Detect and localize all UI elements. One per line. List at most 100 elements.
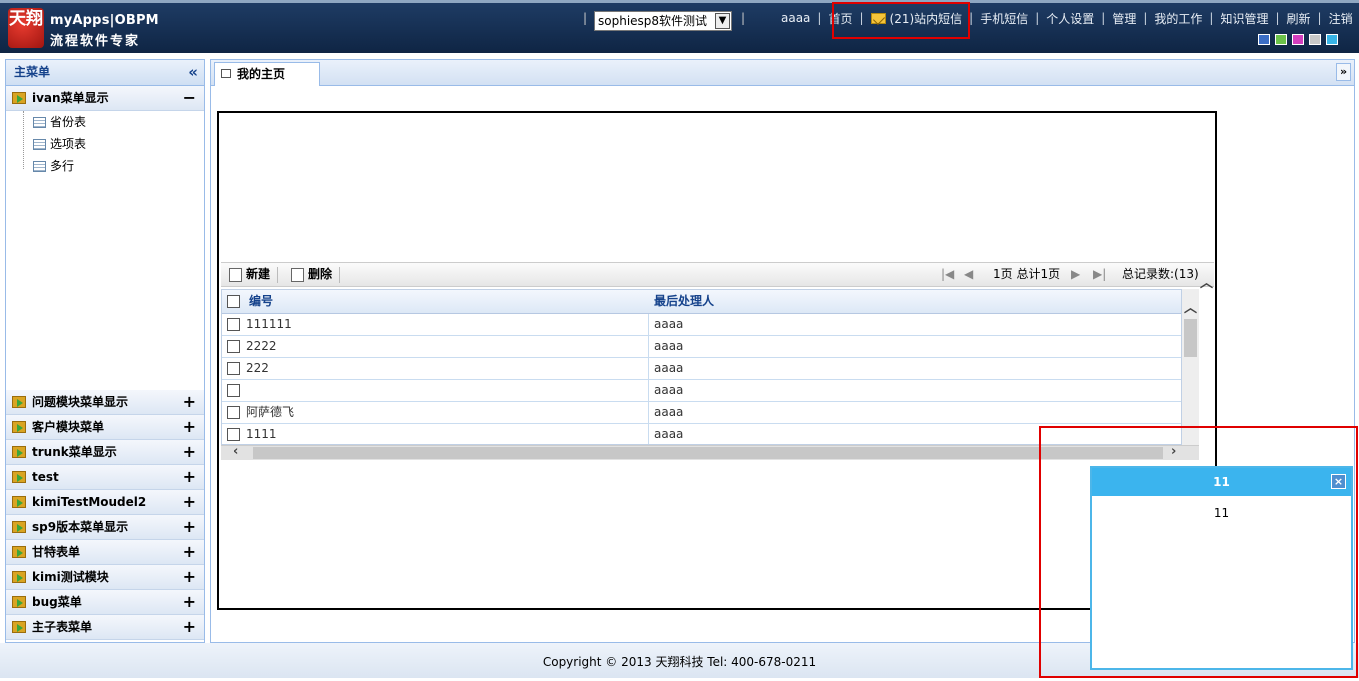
row-checkbox[interactable] bbox=[227, 384, 240, 397]
scroll-up-icon[interactable]: ︿ bbox=[1184, 297, 1197, 316]
total-records: 总记录数:(13) bbox=[1122, 267, 1199, 281]
nav-separator: | bbox=[1317, 11, 1322, 25]
nav-mywork-link[interactable]: 我的工作 bbox=[1149, 10, 1207, 27]
cell-number: 222 bbox=[246, 361, 269, 375]
expand-plus-icon[interactable]: + bbox=[183, 615, 196, 639]
table-row[interactable]: 1111 aaaa bbox=[222, 424, 1181, 444]
sidebar-item-options[interactable]: 选项表 bbox=[33, 134, 86, 154]
row-checkbox[interactable] bbox=[227, 362, 240, 375]
nav-separator: | bbox=[1035, 11, 1040, 25]
column-header-handler[interactable]: 最后处理人 bbox=[650, 290, 714, 312]
sidebar-item-label: 选项表 bbox=[50, 137, 87, 151]
theme-swatch-gray[interactable] bbox=[1309, 34, 1321, 45]
top-header: 天翔 myApps|OBPM 流程软件专家 | sophiesp8软件测试 ▼ |… bbox=[0, 0, 1359, 53]
nav-knowledge-link[interactable]: 知识管理 bbox=[1215, 10, 1273, 27]
sidebar-group[interactable]: sp9版本菜单显示 + bbox=[6, 515, 204, 540]
sidebar-item-multirow[interactable]: 多行 bbox=[33, 156, 74, 176]
sidebar-group-label: 客户模块菜单 bbox=[32, 420, 105, 434]
nav-separator: | bbox=[817, 11, 822, 25]
row-checkbox[interactable] bbox=[227, 318, 240, 331]
table-row[interactable]: 2222 aaaa bbox=[222, 336, 1181, 358]
cell-number: 111111 bbox=[246, 317, 292, 331]
sidebar-group[interactable]: test + bbox=[6, 465, 204, 490]
cell-handler: aaaa bbox=[654, 405, 684, 419]
delete-button-label: 删除 bbox=[308, 267, 333, 281]
grid-vertical-scrollbar[interactable]: ︿ bbox=[1182, 289, 1199, 445]
logo-text: 天翔 bbox=[9, 9, 43, 29]
table-row[interactable]: aaaa bbox=[222, 380, 1181, 402]
sidebar-group[interactable]: kimi测试模块 + bbox=[6, 565, 204, 590]
sidebar-group[interactable]: 客户模块菜单 + bbox=[6, 415, 204, 440]
sidebar-group[interactable]: 甘特表单 + bbox=[6, 540, 204, 565]
sidebar-group-label: 主子表菜单 bbox=[32, 620, 93, 634]
expand-plus-icon[interactable]: + bbox=[183, 565, 196, 589]
prev-page-icon[interactable]: ◀ bbox=[964, 263, 973, 287]
expand-plus-icon[interactable]: + bbox=[183, 465, 196, 489]
nav-sms-link[interactable]: 手机短信 bbox=[975, 10, 1033, 27]
current-user: aaaa bbox=[781, 11, 811, 25]
scroll-thumb[interactable] bbox=[1184, 319, 1197, 357]
row-checkbox[interactable] bbox=[227, 406, 240, 419]
sidebar-group[interactable]: kimiTestMoudel2 + bbox=[6, 490, 204, 515]
cell-handler: aaaa bbox=[654, 361, 684, 375]
data-grid: 编号 最后处理人 111111 aaaa 2222 aaaa 222 aaaa aaa… bbox=[221, 289, 1182, 445]
grid-header: 编号 最后处理人 bbox=[222, 290, 1181, 314]
brand-name: myApps|OBPM bbox=[50, 13, 159, 28]
sidebar-group-label: ivan菜单显示 bbox=[32, 91, 109, 105]
sidebar-group[interactable]: 主子表菜单 + bbox=[6, 615, 204, 640]
select-all-checkbox[interactable] bbox=[227, 295, 240, 308]
delete-button[interactable]: 删除 bbox=[291, 263, 341, 287]
nav-refresh-link[interactable]: 刷新 bbox=[1282, 10, 1316, 27]
tab-menu-icon[interactable]: » bbox=[1336, 63, 1351, 81]
table-row[interactable]: 222 aaaa bbox=[222, 358, 1181, 380]
nav-logout-link[interactable]: 注销 bbox=[1324, 10, 1358, 27]
collapse-icon[interactable]: « bbox=[188, 60, 198, 85]
theme-swatch-cyan[interactable] bbox=[1326, 34, 1338, 45]
new-button[interactable]: 新建 bbox=[229, 263, 279, 287]
sidebar-group[interactable]: 问题模块菜单显示 + bbox=[6, 390, 204, 415]
tab-my-home[interactable]: 我的主页 bbox=[214, 62, 320, 86]
next-page-icon[interactable]: ▶ bbox=[1071, 263, 1080, 287]
folder-icon bbox=[12, 446, 26, 458]
first-page-icon[interactable]: |◀ bbox=[941, 263, 954, 287]
chevron-down-icon[interactable]: ▼ bbox=[715, 13, 730, 29]
sidebar-group-label: trunk菜单显示 bbox=[32, 445, 117, 459]
expand-plus-icon[interactable]: + bbox=[183, 415, 196, 439]
header-top-strip bbox=[0, 0, 1359, 3]
expand-plus-icon[interactable]: + bbox=[183, 515, 196, 539]
nav-separator: | bbox=[1209, 11, 1214, 25]
sidebar-group-label: kimi测试模块 bbox=[32, 570, 109, 584]
expand-plus-icon[interactable]: + bbox=[183, 540, 196, 564]
folder-icon bbox=[12, 421, 26, 433]
nav-admin-link[interactable]: 管理 bbox=[1107, 10, 1141, 27]
collapse-minus-icon[interactable]: − bbox=[183, 86, 196, 110]
expand-plus-icon[interactable]: + bbox=[183, 440, 196, 464]
folder-icon bbox=[12, 92, 26, 104]
sidebar-group[interactable]: trunk菜单显示 + bbox=[6, 440, 204, 465]
column-header-number[interactable]: 编号 bbox=[249, 290, 273, 312]
scroll-up-icon[interactable]: ︿ bbox=[1200, 272, 1213, 291]
nav-separator: | bbox=[1143, 11, 1148, 25]
theme-swatch-green[interactable] bbox=[1275, 34, 1287, 45]
folder-icon bbox=[12, 396, 26, 408]
row-checkbox[interactable] bbox=[227, 340, 240, 353]
domain-select[interactable]: sophiesp8软件测试 ▼ bbox=[594, 11, 732, 31]
company-logo: 天翔 bbox=[8, 8, 44, 48]
scroll-thumb[interactable] bbox=[253, 447, 1163, 459]
last-page-icon[interactable]: ▶| bbox=[1093, 263, 1106, 287]
theme-swatch-pink[interactable] bbox=[1292, 34, 1304, 45]
sidebar-item-label: 多行 bbox=[50, 159, 75, 173]
expand-plus-icon[interactable]: + bbox=[183, 490, 196, 514]
expand-plus-icon[interactable]: + bbox=[183, 390, 196, 414]
table-row[interactable]: 阿萨德飞 aaaa bbox=[222, 402, 1181, 424]
nav-settings-link[interactable]: 个人设置 bbox=[1041, 10, 1099, 27]
sidebar-group-ivan[interactable]: ivan菜单显示 − bbox=[6, 86, 204, 111]
theme-swatch-blue[interactable] bbox=[1258, 34, 1270, 45]
expand-plus-icon[interactable]: + bbox=[183, 590, 196, 614]
sidebar-item-province[interactable]: 省份表 bbox=[33, 112, 86, 132]
scroll-left-icon[interactable]: ‹ bbox=[233, 444, 238, 459]
row-checkbox[interactable] bbox=[227, 428, 240, 441]
table-row[interactable]: 111111 aaaa bbox=[222, 314, 1181, 336]
sidebar-group[interactable]: bug菜单 + bbox=[6, 590, 204, 615]
page-info: 1页 总计1页 bbox=[993, 267, 1061, 281]
